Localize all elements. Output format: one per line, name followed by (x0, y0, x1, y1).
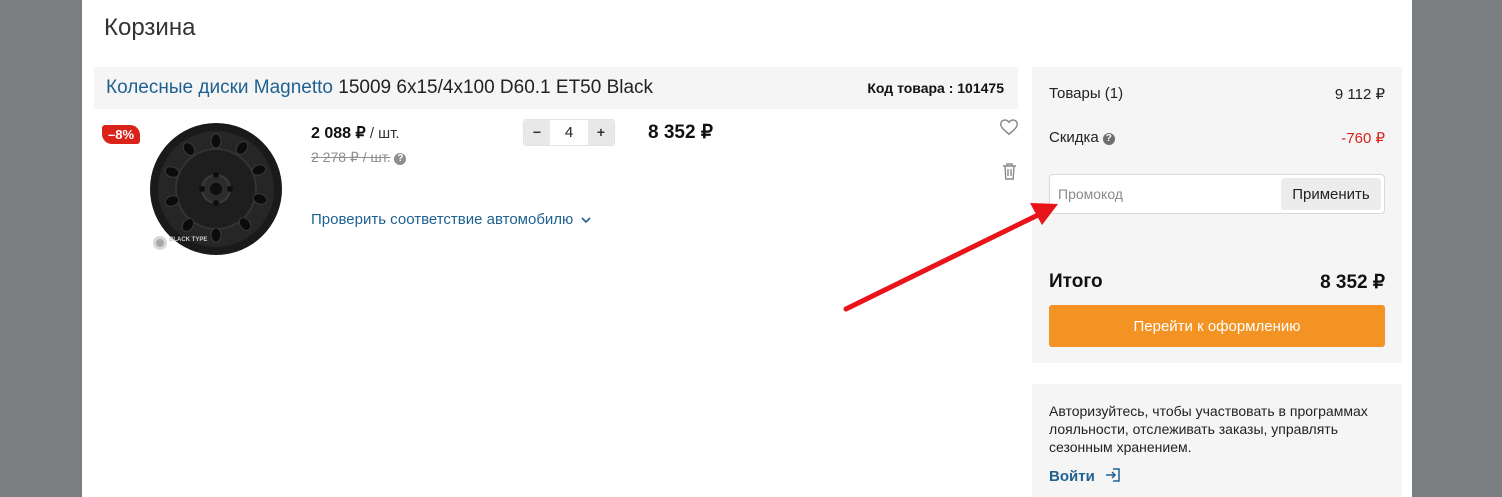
total-row: Итого 8 352 ₽ (1049, 271, 1385, 293)
wheel-image: BLACK TYPE (150, 123, 282, 255)
old-price-value: 2 278 ₽ / шт. (311, 149, 391, 165)
total-label: Итого (1049, 271, 1103, 292)
product-sku: Код товара : 101475 (867, 80, 1004, 96)
login-link[interactable]: Войти (1049, 468, 1120, 485)
page-title: Корзина (104, 14, 196, 41)
product-name-rest: 15009 6x15/4x100 D60.1 ET50 Black (333, 77, 654, 98)
product-header: Колесные диски Magnetto 15009 6x15/4x100… (94, 67, 1018, 109)
unit-price-per: / шт. (365, 125, 400, 142)
auth-text: Авторизуйтесь, чтобы участвовать в прогр… (1049, 403, 1368, 455)
check-compatibility-link[interactable]: Проверить соответствие автомобилю (311, 211, 591, 228)
items-row: Товары (1) 9 112 ₽ (1049, 85, 1385, 103)
product-image[interactable]: BLACK TYPE (148, 121, 284, 257)
unit-price: 2 088 ₽ / шт. (311, 123, 400, 143)
login-label: Войти (1049, 468, 1095, 485)
total-value: 8 352 ₽ (1320, 272, 1385, 293)
quantity-stepper: − 4 + (523, 119, 615, 146)
discount-badge: –8% (102, 125, 141, 144)
increase-quantity-button[interactable]: + (588, 120, 614, 145)
question-icon[interactable]: ? (394, 153, 407, 165)
items-value: 9 112 ₽ (1334, 86, 1385, 103)
promo-code-input[interactable] (1050, 175, 1294, 213)
check-compatibility-label: Проверить соответствие автомобилю (311, 211, 574, 228)
discount-row: Скидка? -760 ₽ (1049, 129, 1385, 147)
checkout-button[interactable]: Перейти к оформлению (1049, 305, 1385, 347)
chevron-down-icon (581, 215, 591, 227)
discount-label: Скидка (1049, 129, 1099, 146)
items-label: Товары (1) (1049, 85, 1124, 102)
product-name-link[interactable]: Колесные диски Magnetto (106, 77, 333, 98)
quantity-value[interactable]: 4 (550, 120, 588, 145)
promo-code-field: Применить (1049, 174, 1385, 214)
heart-icon[interactable] (999, 119, 1019, 141)
brand-watermark: BLACK TYPE (169, 237, 207, 243)
old-price: 2 278 ₽ / шт.? (311, 149, 407, 166)
trash-icon[interactable] (1002, 162, 1017, 185)
unit-price-value: 2 088 ₽ (311, 125, 366, 142)
login-icon (1105, 468, 1120, 482)
discount-value: -760 ₽ (1341, 130, 1385, 147)
order-summary: Товары (1) 9 112 ₽ Скидка? -760 ₽ Примен… (1032, 67, 1402, 363)
decrease-quantity-button[interactable]: − (524, 120, 550, 145)
product-title: Колесные диски Magnetto 15009 6x15/4x100… (106, 77, 653, 99)
auth-box: Авторизуйтесь, чтобы участвовать в прогр… (1032, 384, 1402, 497)
question-icon[interactable]: ? (1102, 133, 1115, 145)
line-total: 8 352 ₽ (648, 122, 713, 143)
cart-page: Корзина Колесные диски Magnetto 15009 6x… (82, 0, 1412, 497)
apply-promo-button[interactable]: Применить (1281, 178, 1381, 210)
